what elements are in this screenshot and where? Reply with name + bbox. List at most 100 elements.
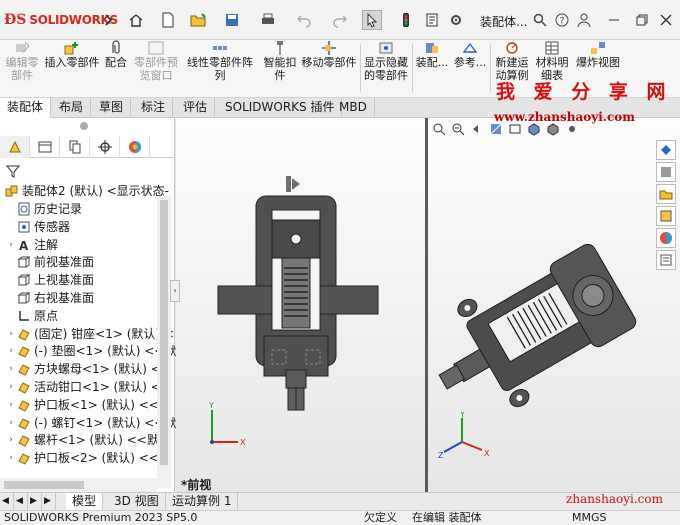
undo-icon[interactable]: [294, 10, 314, 30]
reference-geometry-button[interactable]: 参考...: [452, 40, 488, 98]
search-icon[interactable]: [530, 10, 550, 30]
tree-scrollbar-thumb[interactable]: [160, 200, 168, 465]
tree-hscroll-thumb[interactable]: [4, 481, 84, 489]
new-document-icon[interactable]: [158, 10, 178, 30]
edit-component-button[interactable]: 编辑零 部件: [2, 40, 42, 98]
tree-item[interactable]: 右视基准面: [6, 289, 94, 307]
tab-solidworks-addins[interactable]: SOLIDWORKS 插件: [218, 98, 343, 118]
solidworks-resources-icon[interactable]: [656, 140, 676, 160]
zoom-to-fit-icon[interactable]: [432, 122, 446, 136]
show-hidden-components-button[interactable]: 显示隐藏 的零部件: [362, 40, 410, 98]
view-orientation-icon[interactable]: [527, 122, 541, 136]
graphics-viewport[interactable]: Y X Y X Z ›: [170, 118, 680, 492]
appearances-icon[interactable]: [656, 228, 676, 248]
tree-item[interactable]: › (-) 垫圈<1> (默认) <<默: [6, 342, 176, 360]
open-folder-icon[interactable]: [188, 10, 208, 30]
close-icon[interactable]: [656, 10, 676, 30]
user-icon[interactable]: [574, 10, 594, 30]
tree-item[interactable]: › 螺杆<1> (默认) <<默认: [6, 431, 171, 449]
insert-components-button[interactable]: 插入零部件: [44, 40, 100, 98]
scroll-right-icon[interactable]: ▶: [28, 493, 42, 511]
print-icon[interactable]: [258, 10, 278, 30]
component-preview-window-button[interactable]: 零部件预 览窗口: [132, 40, 180, 98]
section-view-icon[interactable]: [489, 122, 503, 136]
smart-fasteners-button[interactable]: 智能扣 件: [262, 40, 298, 98]
expand-arrow-icon[interactable]: ›: [6, 431, 16, 449]
file-properties-icon[interactable]: [422, 10, 442, 30]
display-manager-tab-icon[interactable]: [120, 136, 150, 158]
display-style-icon[interactable]: [546, 122, 560, 136]
scroll-right2-icon[interactable]: ▶: [42, 493, 56, 511]
previous-view-icon[interactable]: [470, 122, 484, 136]
status-units[interactable]: MMGS: [572, 511, 607, 525]
panel-grip-icon[interactable]: [80, 122, 88, 130]
tab-sketch[interactable]: 草图: [92, 98, 132, 118]
rebuild-traffic-light-icon[interactable]: [396, 10, 416, 30]
zoom-to-area-icon[interactable]: [451, 122, 465, 136]
tab-3d-view[interactable]: 3D 视图: [108, 493, 166, 511]
dynamic-annotation-icon[interactable]: [508, 122, 522, 136]
redo-icon[interactable]: [330, 10, 350, 30]
tree-item[interactable]: › 方块螺母<1> (默认) <<: [6, 360, 171, 378]
tab-motion-study-1[interactable]: 运动算例 1: [166, 493, 239, 511]
annotation-icon: A: [16, 237, 32, 253]
save-icon[interactable]: [222, 10, 242, 30]
menu-expand-icon[interactable]: [98, 10, 118, 30]
expand-arrow-icon[interactable]: ›: [6, 396, 16, 414]
scroll-left-icon[interactable]: ◀: [0, 493, 14, 511]
property-manager-tab-icon[interactable]: [30, 136, 60, 158]
design-library-icon[interactable]: [656, 162, 676, 182]
feature-tree-tab-icon[interactable]: [0, 136, 30, 158]
tree-item[interactable]: › (-) 螺钉<1> (默认) <<默: [6, 414, 176, 432]
tab-layout[interactable]: 布局: [52, 98, 92, 118]
linear-component-pattern-button[interactable]: 线性零部件阵列: [182, 40, 258, 98]
expand-arrow-icon[interactable]: ›: [6, 325, 16, 343]
tree-item[interactable]: › 护口板<2> (默认) <<默: [6, 449, 171, 467]
tab-mbd[interactable]: MBD: [332, 98, 375, 118]
expand-arrow-icon[interactable]: ›: [6, 360, 16, 378]
expand-arrow-icon[interactable]: ›: [6, 449, 16, 467]
hide-show-items-icon[interactable]: [565, 122, 579, 136]
file-explorer-icon[interactable]: [656, 184, 676, 204]
minimize-icon[interactable]: [604, 10, 624, 30]
tree-item[interactable]: › 活动钳口<1> (默认) <<: [6, 378, 171, 396]
tree-item[interactable]: › (固定) 钳座<1> (默认) <: [6, 325, 174, 343]
tree-item-label: 前视基准面: [34, 255, 95, 270]
assembly-features-button[interactable]: 装配...: [414, 40, 450, 98]
tree-item[interactable]: › A 注解: [6, 236, 58, 254]
configuration-manager-tab-icon[interactable]: [60, 136, 90, 158]
viewport-split-divider[interactable]: [425, 118, 428, 492]
button-label: 插入零部件: [44, 56, 100, 69]
restore-icon[interactable]: [632, 10, 652, 30]
part-icon: [16, 361, 32, 377]
tab-model[interactable]: 模型: [66, 493, 104, 511]
scroll-left2-icon[interactable]: ◀: [14, 493, 28, 511]
tree-root-assembly[interactable]: 装配体2 (默认) <显示状态-: [4, 182, 169, 200]
tree-item[interactable]: 上视基准面: [6, 271, 94, 289]
select-cursor-icon[interactable]: [362, 10, 382, 30]
filter-icon[interactable]: [5, 164, 21, 181]
expand-arrow-icon[interactable]: ›: [6, 342, 16, 360]
custom-properties-icon[interactable]: [656, 250, 676, 270]
tab-evaluate[interactable]: 评估: [176, 98, 216, 118]
view-palette-icon[interactable]: [656, 206, 676, 226]
mate-button[interactable]: 配合: [102, 40, 130, 98]
tree-item[interactable]: 传感器: [6, 218, 70, 236]
expand-arrow-icon[interactable]: ›: [6, 236, 16, 254]
tree-item[interactable]: 前视基准面: [6, 253, 94, 271]
button-label: 新建运: [495, 56, 529, 69]
tree-item[interactable]: 原点: [6, 307, 58, 325]
dimxpert-manager-tab-icon[interactable]: [90, 136, 120, 158]
move-component-button[interactable]: 移动零部件: [300, 40, 358, 98]
tab-assembly[interactable]: 装配体: [0, 98, 52, 118]
options-gear-icon[interactable]: [446, 10, 466, 30]
help-icon[interactable]: ?: [552, 10, 572, 30]
tree-item[interactable]: 历史记录: [6, 200, 82, 218]
tab-annotation[interactable]: 标注: [134, 98, 174, 118]
assembly-icon: [4, 183, 20, 199]
tree-item[interactable]: › 护口板<1> (默认) <<默: [6, 396, 171, 414]
home-icon[interactable]: [126, 10, 146, 30]
panel-collapse-arrow-icon[interactable]: ›: [170, 280, 180, 302]
expand-arrow-icon[interactable]: ›: [6, 414, 16, 432]
expand-arrow-icon[interactable]: ›: [6, 378, 16, 396]
